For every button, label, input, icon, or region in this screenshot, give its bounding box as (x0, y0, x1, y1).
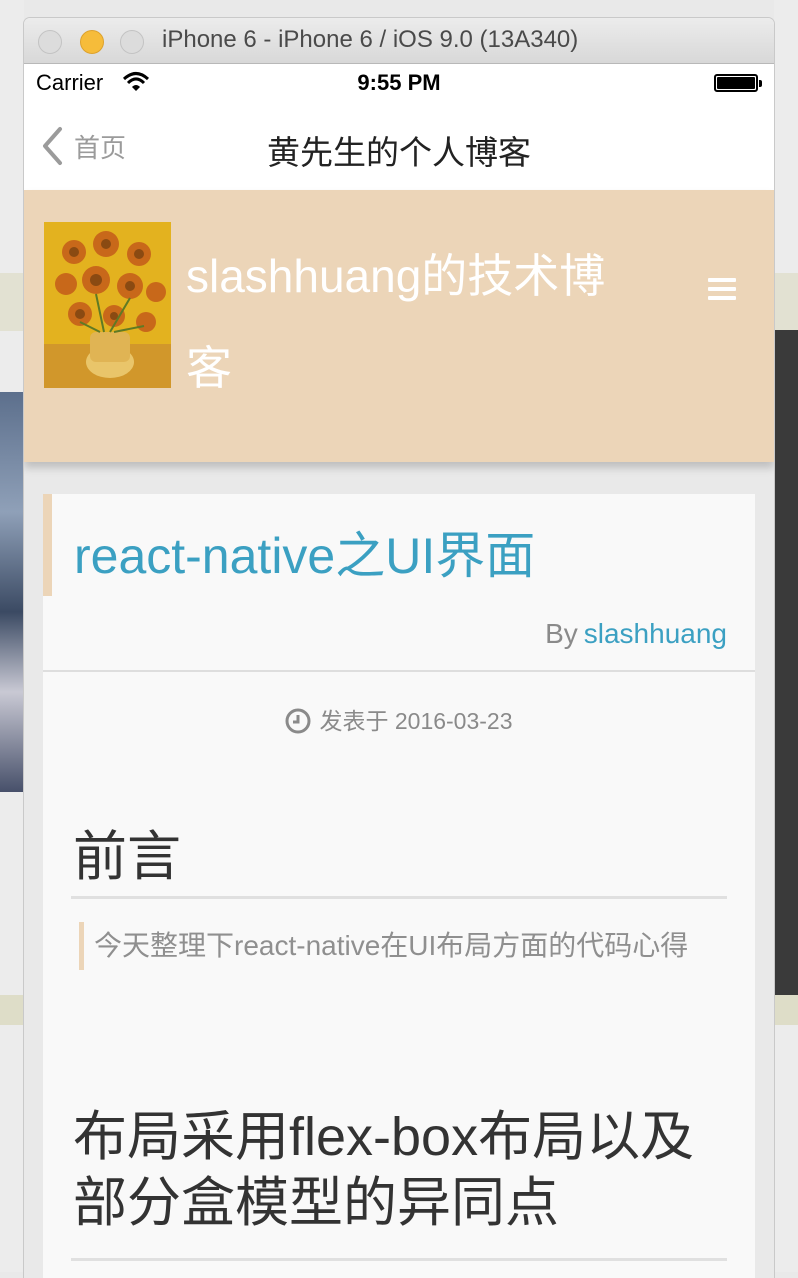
divider (43, 670, 755, 672)
ios-screen: Carrier 9:55 PM 首页 黄先生的个人博客 slashhuang的技… (24, 64, 774, 1278)
desktop-photo (0, 392, 24, 792)
blog-avatar[interactable] (44, 222, 171, 388)
author-link[interactable]: slashhuang (584, 618, 727, 649)
status-bar: Carrier 9:55 PM (24, 64, 774, 102)
post-date-text: 发表于 2016-03-23 (319, 708, 513, 734)
window-close-button[interactable] (38, 30, 62, 54)
article-card: react-native之UI界面 By slashhuang 发表于 2016-… (43, 494, 755, 1278)
heading-preface: 前言 (73, 827, 181, 887)
hamburger-menu-icon[interactable] (708, 278, 736, 306)
blog-header: slashhuang的技术博客 (24, 190, 774, 462)
post-title-block: react-native之UI界面 (43, 494, 755, 596)
clock-icon (285, 708, 311, 734)
heading-rule (71, 1258, 727, 1261)
blockquote: 今天整理下react-native在UI布局方面的代码心得 (79, 922, 730, 970)
desktop-band (774, 995, 798, 1025)
status-time: 9:55 PM (357, 70, 441, 95)
desktop-editor-strip (774, 330, 798, 995)
post-title[interactable]: react-native之UI界面 (74, 516, 535, 588)
nav-title: 黄先生的个人博客 (267, 134, 531, 171)
post-byline: By slashhuang (545, 618, 727, 650)
window-title: iPhone 6 - iPhone 6 / iOS 9.0 (13A340) (162, 26, 579, 53)
desktop-band (774, 273, 798, 331)
heading-rule (71, 896, 727, 899)
simulator-window: iPhone 6 - iPhone 6 / iOS 9.0 (13A340) C… (24, 18, 774, 1278)
desktop-background-right (774, 0, 798, 1272)
desktop-background-left (0, 0, 24, 1272)
byline-prefix: By (545, 618, 578, 649)
navigation-bar: 首页 黄先生的个人博客 (24, 102, 774, 190)
battery-icon (714, 74, 762, 92)
heading-layout: 布局采用flex-box布局以及部分盒模型的异同点 (73, 1107, 695, 1233)
window-minimize-button[interactable] (80, 30, 104, 54)
desktop-band (0, 995, 24, 1025)
post-date: 发表于 2016-03-23 (43, 702, 755, 736)
window-titlebar: iPhone 6 - iPhone 6 / iOS 9.0 (13A340) (24, 18, 774, 64)
desktop-band (0, 273, 24, 331)
sunflowers-painting (44, 222, 171, 388)
window-zoom-button[interactable] (120, 30, 144, 54)
blog-title[interactable]: slashhuang的技术博客 (186, 230, 646, 414)
